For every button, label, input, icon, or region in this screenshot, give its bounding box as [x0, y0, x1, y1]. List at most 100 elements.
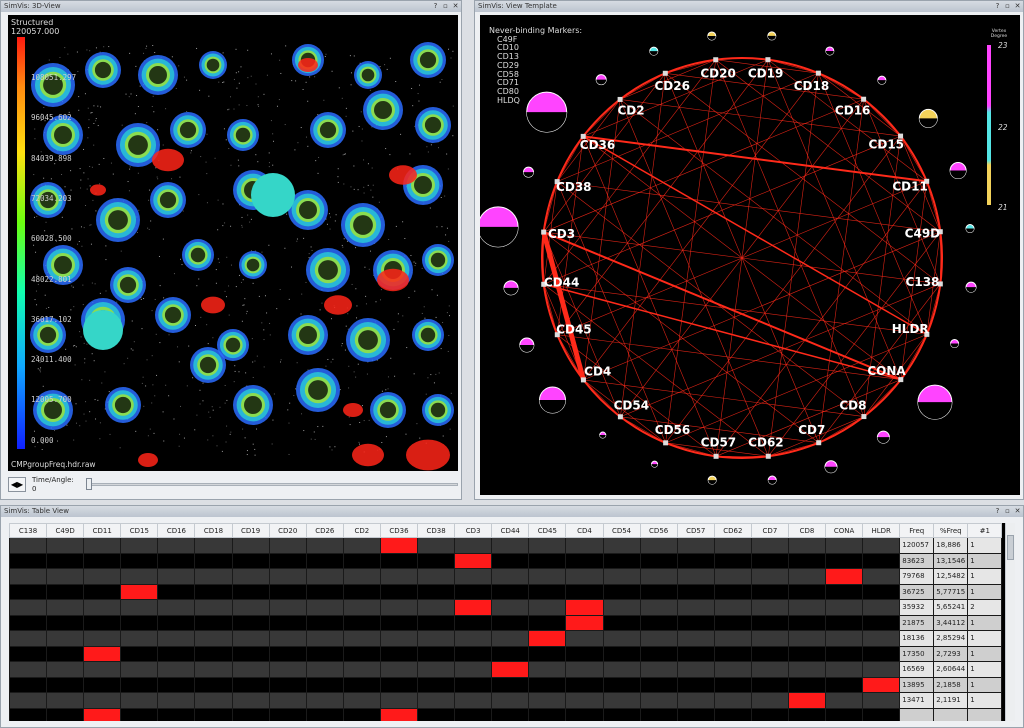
marker-cell[interactable] — [417, 614, 456, 631]
column-header[interactable]: CD38 — [417, 523, 456, 538]
graph-node-label[interactable]: CD8 — [839, 398, 866, 412]
marker-cell[interactable] — [268, 599, 307, 616]
marker-cell[interactable] — [602, 676, 641, 693]
marker-cell[interactable] — [268, 676, 307, 693]
marker-cell[interactable] — [194, 599, 233, 616]
marker-cell[interactable] — [454, 707, 493, 721]
marker-cell[interactable] — [565, 552, 604, 569]
marker-cell[interactable] — [83, 614, 122, 631]
marker-cell[interactable] — [528, 707, 567, 721]
marker-cell[interactable] — [676, 568, 715, 585]
marker-cell[interactable] — [342, 552, 381, 569]
marker-cell[interactable] — [194, 568, 233, 585]
graph-node-label[interactable]: CD36 — [580, 138, 615, 152]
column-header[interactable]: CD16 — [157, 523, 196, 538]
column-header[interactable]: CD56 — [639, 523, 678, 538]
marker-cell[interactable] — [194, 552, 233, 569]
marker-cell[interactable] — [231, 599, 270, 616]
marker-cell-active[interactable] — [787, 692, 827, 709]
marker-cell[interactable] — [417, 707, 456, 721]
marker-cell[interactable] — [787, 661, 827, 678]
marker-cell[interactable] — [825, 676, 864, 693]
marker-cell[interactable] — [342, 661, 381, 678]
marker-cell[interactable] — [825, 630, 864, 647]
marker-cell[interactable] — [379, 583, 419, 600]
restore-icon[interactable]: ▫ — [442, 3, 449, 10]
marker-cell[interactable] — [491, 692, 530, 709]
marker-cell[interactable] — [231, 645, 270, 662]
marker-cell[interactable] — [713, 552, 752, 569]
table-row[interactable]: 16569 2,60644 1 — [9, 661, 1003, 678]
graph-node-label[interactable]: CD38 — [556, 180, 591, 194]
marker-cell[interactable] — [825, 661, 864, 678]
marker-cell[interactable] — [639, 537, 678, 554]
marker-cell-active[interactable] — [454, 599, 493, 616]
marker-cell[interactable] — [454, 676, 493, 693]
column-header[interactable]: CD18 — [194, 523, 233, 538]
graph-node[interactable] — [765, 57, 771, 63]
marker-cell[interactable] — [157, 599, 196, 616]
marker-cell[interactable] — [379, 661, 419, 678]
time-slider-thumb[interactable] — [86, 478, 92, 490]
marker-cell[interactable] — [639, 583, 678, 600]
marker-cell[interactable] — [305, 676, 344, 693]
marker-cell[interactable] — [491, 614, 530, 631]
marker-cell[interactable] — [639, 552, 678, 569]
marker-cell[interactable] — [825, 583, 864, 600]
column-header[interactable]: CONA — [825, 523, 864, 538]
marker-cell[interactable] — [120, 661, 159, 678]
marker-cell[interactable] — [750, 537, 789, 554]
marker-cell[interactable] — [750, 552, 789, 569]
graph-node-label[interactable]: C138 — [906, 275, 940, 289]
graph-node-label[interactable]: CD54 — [614, 399, 649, 413]
close-icon[interactable]: ✕ — [1014, 508, 1021, 515]
marker-cell-active[interactable] — [825, 568, 864, 585]
marker-cell[interactable] — [379, 614, 419, 631]
graph-node-label[interactable]: CD57 — [701, 435, 736, 449]
marker-cell[interactable] — [602, 599, 641, 616]
window-titlebar[interactable]: SimVis: Table View ? ▫ ✕ — [1, 506, 1023, 517]
marker-cell[interactable] — [231, 661, 270, 678]
marker-cell[interactable] — [713, 583, 752, 600]
graph-node-label[interactable]: CD62 — [748, 435, 783, 449]
marker-cell[interactable] — [528, 676, 567, 693]
marker-cell[interactable] — [305, 645, 344, 662]
marker-cell[interactable] — [194, 676, 233, 693]
marker-cell[interactable] — [454, 645, 493, 662]
column-header[interactable]: #1 — [967, 523, 1003, 538]
window-titlebar[interactable]: SimVis: 3D-View ? ▫ ✕ — [1, 1, 461, 12]
marker-cell[interactable] — [528, 568, 567, 585]
marker-cell[interactable] — [787, 614, 827, 631]
graph-node-label[interactable]: CD26 — [654, 79, 689, 93]
marker-cell[interactable] — [342, 676, 381, 693]
marker-cell[interactable] — [528, 692, 567, 709]
marker-cell[interactable] — [120, 568, 159, 585]
marker-cell[interactable] — [305, 552, 344, 569]
marker-cell[interactable] — [750, 661, 789, 678]
marker-cell[interactable] — [602, 661, 641, 678]
marker-cell[interactable] — [268, 614, 307, 631]
marker-cell[interactable] — [46, 707, 85, 721]
marker-cell[interactable] — [676, 661, 715, 678]
marker-cell[interactable] — [9, 707, 48, 721]
marker-cell[interactable] — [231, 552, 270, 569]
marker-cell[interactable] — [602, 568, 641, 585]
marker-cell[interactable] — [528, 599, 567, 616]
marker-cell[interactable] — [602, 537, 641, 554]
marker-cell[interactable] — [157, 692, 196, 709]
marker-cell[interactable] — [231, 676, 270, 693]
marker-cell[interactable] — [194, 583, 233, 600]
marker-cell[interactable] — [268, 707, 307, 721]
marker-cell[interactable] — [676, 692, 715, 709]
graph-node-label[interactable]: C49D — [905, 227, 941, 241]
marker-cell[interactable] — [231, 630, 270, 647]
marker-cell[interactable] — [713, 707, 752, 721]
column-header[interactable]: CD36 — [379, 523, 419, 538]
marker-cell[interactable] — [231, 537, 270, 554]
marker-cell[interactable] — [379, 676, 419, 693]
graph-node[interactable] — [765, 453, 771, 459]
graph-node[interactable] — [541, 229, 547, 235]
marker-cell[interactable] — [194, 614, 233, 631]
marker-cell[interactable] — [46, 645, 85, 662]
table-row[interactable]: 13471 2,1191 1 — [9, 692, 1003, 709]
